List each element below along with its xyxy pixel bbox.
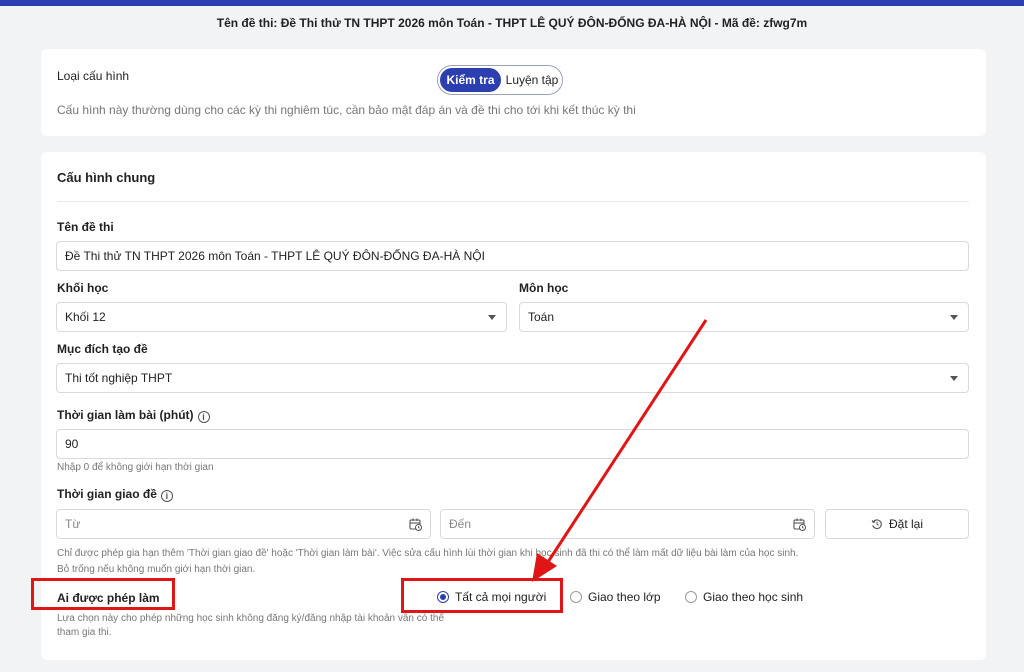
exam-name-label: Tên đề thi [57,220,114,234]
purpose-select[interactable]: Thi tốt nghiệp THPT [56,363,969,393]
radio-unselected-icon [685,591,697,603]
chevron-down-icon [950,376,958,381]
exam-title-header: Tên đề thi: Đề Thi thử TN THPT 2026 môn … [216,16,808,30]
exam-name-input[interactable]: Đề Thi thử TN THPT 2026 môn Toán - THPT … [56,241,969,271]
exam-name-value: Đề Thi thử TN THPT 2026 môn Toán - THPT … [65,249,485,263]
chevron-down-icon [488,315,496,320]
config-type-toggle: Kiểm tra Luyện tập [437,65,563,95]
annotation-box-everyone-option [401,578,563,613]
chevron-down-icon [950,315,958,320]
duration-value: 90 [65,437,79,451]
info-icon[interactable]: i [197,411,210,423]
assign-time-from-input[interactable]: Từ [56,509,431,539]
assign-time-to-input[interactable]: Đến [440,509,815,539]
radio-by-class[interactable]: Giao theo lớp [570,590,661,604]
duration-label: Thời gian làm bài (phút) i [57,408,210,423]
reset-button-label: Đặt lại [888,517,923,531]
radio-by-student-label: Giao theo học sinh [703,590,804,604]
purpose-label: Mục đích tạo đề [57,342,148,356]
top-accent-bar [0,0,1024,6]
subject-label: Môn học [519,281,569,295]
duration-input[interactable]: 90 [56,429,969,459]
subject-value: Toán [528,310,555,324]
toggle-option-luyen-tap[interactable]: Luyện tập [504,68,560,92]
calendar-clock-icon[interactable] [793,518,806,531]
duration-hint: Nhập 0 để không giới hạn thời gian [57,462,214,473]
annotation-box-who-can-take [31,578,175,610]
section-title: Cấu hình chung [57,170,156,185]
radio-unselected-icon [570,591,582,603]
grade-label: Khối học [57,281,109,295]
who-can-take-hint: Lựa chọn này cho phép những học sinh khô… [57,613,445,624]
toggle-option-kiem-tra[interactable]: Kiểm tra [440,68,501,92]
history-icon [871,519,882,530]
from-placeholder: Từ [65,517,81,531]
radio-by-student[interactable]: Giao theo học sinh [685,590,803,604]
config-type-description: Cấu hình này thường dùng cho các kỳ thi … [57,103,636,117]
to-placeholder: Đến [449,517,472,531]
info-icon[interactable]: i [160,490,173,502]
subject-select[interactable]: Toán [519,302,969,332]
duration-label-text: Thời gian làm bài (phút) [57,408,194,422]
section-divider [57,201,969,202]
grade-value: Khối 12 [65,310,106,324]
assign-time-hint-2: Bỏ trống nếu không muốn giới hạn thời gi… [57,564,256,575]
calendar-clock-icon[interactable] [409,518,422,531]
assign-time-label: Thời gian giao đề i [57,487,173,502]
radio-by-class-label: Giao theo lớp [588,590,661,604]
assign-time-label-text: Thời gian giao đề [57,487,157,501]
grade-select[interactable]: Khối 12 [56,302,507,332]
config-type-label: Loại cấu hình [57,69,130,83]
reset-button[interactable]: Đặt lại [825,509,969,539]
purpose-value: Thi tốt nghiệp THPT [65,371,173,385]
assign-time-hint: Chỉ được phép gia hạn thêm 'Thời gian gi… [57,548,799,559]
who-can-take-hint-2: tham gia thi. [57,627,112,638]
